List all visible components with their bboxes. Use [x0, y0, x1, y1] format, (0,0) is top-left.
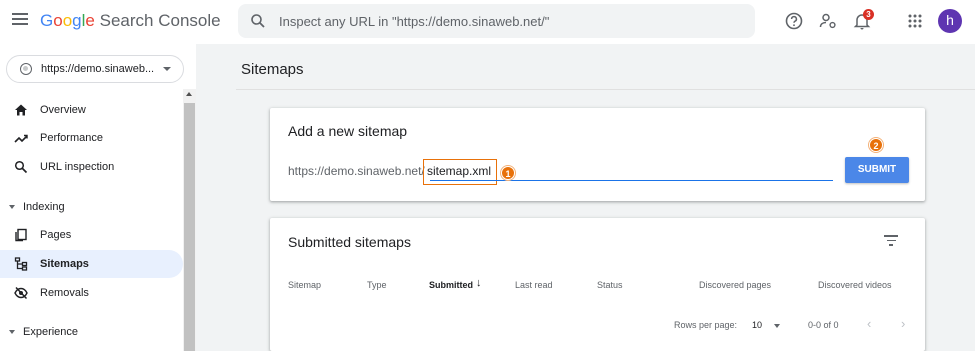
url-inspection-search[interactable]: Inspect any URL in "https://demo.sinaweb…: [238, 4, 755, 38]
sidebar-item-label: Pages: [40, 229, 72, 241]
input-underline: [430, 180, 833, 181]
column-header-discovered-videos[interactable]: Discovered videos: [818, 280, 892, 290]
apps-grid-icon[interactable]: [905, 11, 925, 31]
product-name: Search Console: [99, 11, 221, 30]
trending-up-icon: [14, 134, 28, 143]
sidebar-item-url-inspection[interactable]: URL inspection: [0, 153, 183, 181]
chevron-down-icon[interactable]: [774, 324, 780, 328]
section-indexing[interactable]: Indexing: [0, 196, 183, 218]
sidebar-item-label: Sitemaps: [40, 258, 89, 270]
next-page-icon[interactable]: ›: [901, 316, 905, 331]
globe-icon: [20, 63, 32, 75]
section-label: Experience: [23, 326, 79, 338]
pages-icon: [15, 228, 27, 242]
title-divider: [236, 89, 975, 90]
sidebar-item-removals[interactable]: Removals: [0, 279, 183, 307]
column-header-submitted[interactable]: Submitted: [429, 280, 473, 290]
top-app-bar: Google Search Console Inspect any URL in…: [0, 0, 975, 44]
manage-users-icon[interactable]: [818, 11, 838, 31]
column-header-last-read[interactable]: Last read: [515, 280, 553, 290]
sidebar-item-overview[interactable]: Overview: [0, 96, 183, 124]
column-header-status[interactable]: Status: [597, 280, 623, 290]
property-selector[interactable]: https://demo.sinaweb...: [6, 55, 184, 83]
column-header-sitemap[interactable]: Sitemap: [288, 280, 321, 290]
pagination-range: 0-0 of 0: [808, 320, 839, 330]
section-experience[interactable]: Experience: [0, 321, 183, 343]
sitemap-url-input[interactable]: sitemap.xml: [427, 164, 491, 178]
search-icon: [14, 160, 28, 174]
property-label: https://demo.sinaweb...: [41, 63, 155, 75]
column-header-discovered-pages[interactable]: Discovered pages: [699, 280, 771, 290]
sidebar-item-performance[interactable]: Performance: [0, 124, 183, 152]
submitted-sitemaps-title: Submitted sitemaps: [288, 234, 411, 250]
sidebar-item-label: URL inspection: [40, 161, 115, 173]
notification-badge: 3: [863, 9, 874, 20]
section-label: Indexing: [23, 201, 65, 213]
scroll-up-icon[interactable]: [186, 92, 192, 96]
sort-down-icon[interactable]: ↓: [476, 277, 482, 289]
column-header-type[interactable]: Type: [367, 280, 387, 290]
page-title: Sitemaps: [241, 61, 304, 78]
previous-page-icon[interactable]: ‹: [867, 316, 871, 331]
expand-icon: [9, 205, 15, 209]
home-icon: [15, 104, 27, 116]
sitemap-url-prefix: https://demo.sinaweb.net/: [288, 164, 425, 178]
submitted-sitemaps-card: Submitted sitemaps Sitemap Type Submitte…: [270, 218, 925, 351]
main-content: Sitemaps Add a new sitemap https://demo.…: [196, 44, 975, 351]
step-marker-2: 2: [869, 138, 883, 152]
help-icon[interactable]: [784, 11, 804, 31]
sitemap-icon: [14, 257, 28, 271]
sidebar-scrollbar[interactable]: [183, 89, 196, 351]
step-marker-1: 1: [501, 166, 515, 180]
expand-icon: [9, 330, 15, 334]
sidebar-item-sitemaps[interactable]: Sitemaps: [0, 250, 183, 278]
chevron-down-icon: [163, 67, 171, 71]
sidebar-item-label: Removals: [40, 287, 89, 299]
avatar[interactable]: h: [938, 9, 962, 33]
scrollbar-thumb[interactable]: [184, 103, 195, 351]
submit-button[interactable]: SUBMIT: [845, 157, 909, 183]
add-sitemap-card: Add a new sitemap https://demo.sinaweb.n…: [270, 108, 925, 201]
filter-icon[interactable]: [884, 235, 898, 247]
search-icon: [251, 14, 265, 28]
removals-icon: [14, 286, 28, 300]
rows-per-page-label: Rows per page:: [674, 320, 738, 330]
add-sitemap-title: Add a new sitemap: [288, 123, 408, 139]
search-placeholder: Inspect any URL in "https://demo.sinaweb…: [279, 14, 550, 29]
rows-per-page-select[interactable]: 10: [752, 320, 762, 330]
menu-icon[interactable]: [12, 13, 28, 29]
sidebar: Overview Performance URL inspection Inde…: [0, 95, 196, 351]
sidebar-item-label: Overview: [40, 104, 86, 116]
search-console-logo[interactable]: Google Search Console: [40, 11, 221, 31]
sidebar-item-pages[interactable]: Pages: [0, 221, 183, 249]
sidebar-item-label: Performance: [40, 132, 103, 144]
